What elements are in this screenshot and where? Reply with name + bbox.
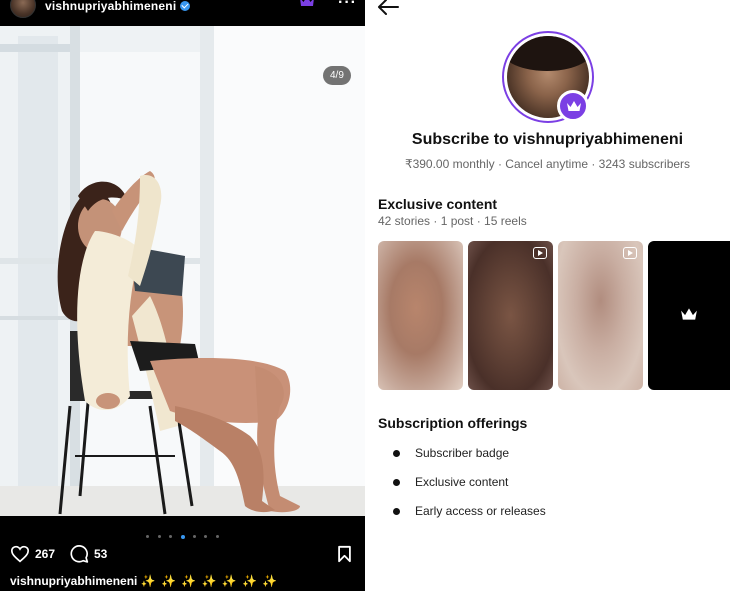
carousel-dots xyxy=(0,528,365,539)
post-actions: 267 53 xyxy=(0,542,365,566)
subscription-offerings-heading: Subscription offerings xyxy=(378,415,528,431)
crown-icon[interactable] xyxy=(299,0,315,6)
caption-username[interactable]: vishnupriyabhimeneni xyxy=(10,574,137,588)
exclusive-tile[interactable] xyxy=(468,241,553,390)
offering-item: Exclusive content xyxy=(393,474,546,503)
comment-count[interactable]: 53 xyxy=(94,547,107,561)
offering-item: Subscriber badge xyxy=(393,445,546,474)
subscribe-panel: Subscribe to vishnupriyabhimeneni ₹390.0… xyxy=(365,0,730,591)
offering-item: Early access or releases xyxy=(393,503,546,532)
post-panel: vishnupriyabhimeneni ··· 4/9 267 53 vish… xyxy=(0,0,365,591)
verified-badge-icon xyxy=(180,1,191,11)
back-arrow-icon[interactable] xyxy=(377,0,399,16)
carousel-dot xyxy=(169,535,173,539)
post-header: vishnupriyabhimeneni ··· xyxy=(0,0,365,26)
subscriber-crown-badge xyxy=(557,90,589,122)
carousel-dot xyxy=(157,535,161,539)
carousel-dot xyxy=(192,535,196,539)
carousel-pager: 4/9 xyxy=(323,66,351,85)
post-image[interactable]: 4/9 xyxy=(0,26,365,516)
avatar-hair-shape xyxy=(507,36,589,71)
carousel-dot xyxy=(146,535,150,539)
reel-icon xyxy=(533,247,547,259)
more-options-icon[interactable]: ··· xyxy=(338,0,357,12)
author-avatar[interactable] xyxy=(10,0,36,18)
exclusive-content-counts: 42 stories · 1 post · 15 reels xyxy=(378,214,527,228)
subscription-offerings-list: Subscriber badge Exclusive content Early… xyxy=(393,445,546,532)
post-photo-illustration xyxy=(0,26,365,516)
comment-icon[interactable] xyxy=(69,544,89,564)
exclusive-tile-locked[interactable] xyxy=(648,241,730,390)
crown-icon xyxy=(681,308,697,320)
bookmark-icon[interactable] xyxy=(337,545,352,563)
author-username-text[interactable]: vishnupriyabhimeneni xyxy=(45,0,176,13)
author-username[interactable]: vishnupriyabhimeneni xyxy=(45,0,191,13)
carousel-dot xyxy=(215,535,219,539)
post-caption: vishnupriyabhimeneni ✨ ✨ ✨ ✨ ✨ ✨ ✨ xyxy=(10,574,278,588)
reel-icon xyxy=(623,247,637,259)
subscription-price-info: ₹390.00 monthly · Cancel anytime · 3243 … xyxy=(404,157,691,171)
crown-icon xyxy=(567,101,581,111)
carousel-dot xyxy=(204,535,208,539)
like-count[interactable]: 267 xyxy=(35,547,55,561)
exclusive-content-tiles xyxy=(378,241,730,390)
exclusive-content-heading: Exclusive content xyxy=(378,196,498,212)
caption-text: ✨ ✨ ✨ ✨ ✨ ✨ ✨ xyxy=(140,574,279,588)
exclusive-tile[interactable] xyxy=(378,241,463,390)
subscribe-title: Subscribe to vishnupriyabhimeneni xyxy=(411,131,684,148)
exclusive-tile[interactable] xyxy=(558,241,643,390)
heart-icon[interactable] xyxy=(10,545,30,563)
carousel-dot-active xyxy=(180,534,185,539)
